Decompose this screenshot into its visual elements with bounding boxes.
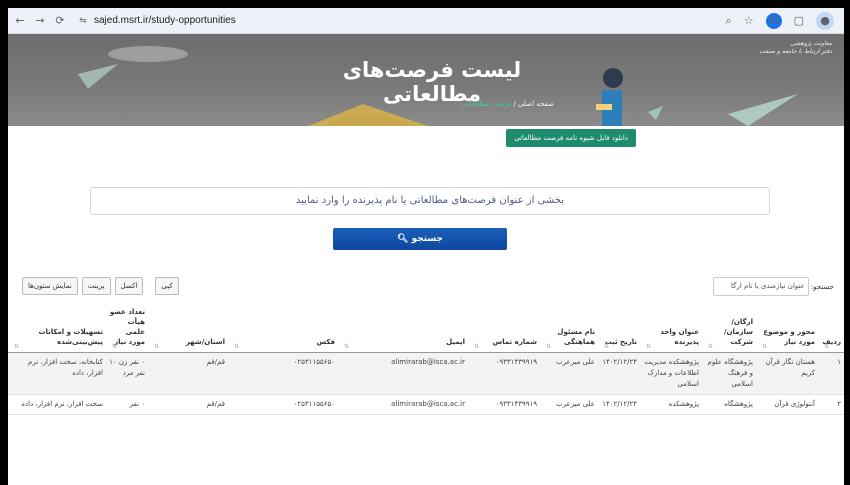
print-button[interactable]: پرینت [81, 277, 111, 295]
col-coordinator[interactable]: نام مسئول هماهنگی ⇅ [540, 304, 598, 353]
cell-unit: پژوهشکده مدیریت اطلاعات و مدارک اسلامی [640, 352, 702, 395]
cell-topic: آنتولوژی قرآن [756, 394, 818, 415]
search-button-label: جستجو [411, 234, 444, 244]
download-guide-button[interactable]: دانلود فایل شیوه نامه فرصت مطالعاتی [506, 129, 636, 147]
reload-icon[interactable]: ⟳ [52, 14, 68, 27]
cell-date: ۱۴۰۲/۱۲/۲۴ [598, 394, 640, 415]
sort-icon: ⇅ [708, 343, 714, 350]
breadcrumb-separator: / [513, 100, 516, 108]
cell-email: alimirarab@isca.ac.ir [338, 352, 468, 395]
search-icon: 🔍︎ [396, 234, 409, 244]
copy-button[interactable]: کپی [155, 277, 179, 295]
window-edge [844, 8, 850, 485]
col-facilities[interactable]: تسهیلات و امکانات پیش‌بینی‌شده ⇅ [8, 304, 106, 353]
cell-fax: ۰۲۵۳۱۱۵۵۶۵۰ [228, 352, 338, 395]
sort-icon: ⇅ [762, 343, 768, 350]
excel-button[interactable]: اکسل [114, 277, 144, 295]
cell-fax: ۰۲۵۳۱۱۵۵۶۵۰ [228, 394, 338, 415]
cell-coordinator: علی میرعرب [540, 352, 598, 395]
browser-toolbar: ← → ⟳ ⇋ sajed.msrt.ir/study-opportunitie… [8, 8, 844, 34]
extension-icon[interactable]: G [765, 12, 782, 29]
address-bar[interactable]: sajed.msrt.ir/study-opportunities [94, 15, 236, 26]
cell-phone: ۰۹۳۳۱۴۳۹۹۱۹ [468, 352, 540, 395]
cell-faculty: ۰ نفر زن ۱۰ نفر مرد [106, 352, 148, 395]
cell-city: قم/قم [148, 394, 228, 415]
sort-icon: ⇅ [154, 343, 160, 350]
forward-icon[interactable]: → [32, 14, 48, 27]
sort-icon: ⇅ [344, 343, 350, 350]
table-filter: جستجو: عنوان نیازمندی یا نام ارگا [712, 277, 834, 296]
col-email[interactable]: ایمیل ⇅ [338, 304, 468, 353]
breadcrumb: صفحه اصلی / فرصت مطالعاتی [462, 100, 554, 108]
col-city[interactable]: استان/شهر ⇅ [148, 304, 228, 353]
sort-icon: ⇅ [474, 343, 480, 350]
breadcrumb-current: فرصت مطالعاتی [461, 100, 512, 108]
logo: معاونت پژوهشی دفتر ارتباط با جامعه و صنع… [759, 40, 832, 55]
filter-label: جستجو: [810, 282, 834, 291]
export-toolbar: نمایش ستون‌ها پرینت اکسل کپی [22, 277, 179, 295]
hero-banner: معاونت پژوهشی دفتر ارتباط با جامعه و صنع… [8, 34, 844, 126]
col-org[interactable]: ارگان/ سازمان/ شرکت ⇅ [702, 304, 756, 353]
sort-icon: ⇅ [546, 343, 552, 350]
search-input[interactable]: بخشی از عنوان فرصت‌های مطالعاتی یا نام پ… [90, 187, 770, 215]
zoom-icon[interactable]: ⌕ [726, 14, 732, 28]
cell-topic: هستان نگار قرآن کریم [756, 352, 818, 395]
page: معاونت پژوهشی دفتر ارتباط با جامعه و صنع… [8, 34, 844, 485]
profile-icon[interactable]: ● [816, 11, 834, 30]
table-header-row: ردیف ⇅ محور و موضوع مورد نیاز ⇅ ارگان/ ساز… [8, 304, 844, 353]
sort-icon: ⇅ [234, 343, 240, 350]
star-icon[interactable]: ☆ [744, 14, 754, 27]
cell-row: ۱ [818, 352, 844, 395]
cell-date: ۱۴۰۲/۱۲/۲۴ [598, 352, 640, 395]
site-settings-icon[interactable]: ⇋ [76, 14, 90, 28]
sort-icon: ⇅ [14, 343, 20, 350]
cell-org: پژوهشگاه علوم و فرهنگ اسلامی [702, 352, 756, 395]
cell-row: ۲ [818, 394, 844, 415]
sort-icon: ⇅ [824, 343, 830, 350]
cell-facilities: کتابخانه، سخت افزار، نرم افزار، داده [8, 352, 106, 395]
cell-org: پژوهشگاه [702, 394, 756, 415]
table-row[interactable]: ۲ آنتولوژی قرآن پژوهشگاه پژوهشکده ۱۴۰۲/۱… [8, 394, 844, 415]
puzzle-icon[interactable]: ▢ [794, 14, 804, 27]
cell-unit: پژوهشکده [640, 394, 702, 415]
search-button[interactable]: جستجو 🔍︎ [333, 228, 507, 250]
sort-icon: ⇅ [604, 343, 610, 350]
table-row[interactable]: ۱ هستان نگار قرآن کریم پژوهشگاه علوم و ف… [8, 352, 844, 395]
sort-icon: ⇅ [646, 343, 652, 350]
col-unit[interactable]: عنوان واحد پذیرنده ⇅ [640, 304, 702, 353]
cell-city: قم/قم [148, 352, 228, 395]
col-fax[interactable]: فکس ⇅ [228, 304, 338, 353]
col-topic[interactable]: محور و موضوع مورد نیاز ⇅ [756, 304, 818, 353]
cell-facilities: سخت افزار، نرم افزار، داده [8, 394, 106, 415]
page-title: لیست فرصت‌های مطالعاتی [342, 58, 522, 106]
cell-email: alimirarab@isca.ac.ir [338, 394, 468, 415]
col-faculty[interactable]: تعداد عضو هیأت علمی مورد نیاز ⇅ [106, 304, 148, 353]
col-row[interactable]: ردیف ⇅ [818, 304, 844, 353]
filter-input[interactable]: عنوان نیازمندی یا نام ارگا [712, 277, 809, 296]
cell-phone: ۰۹۳۳۱۴۳۹۹۱۹ [468, 394, 540, 415]
cell-coordinator: علی میرعرب [540, 394, 598, 415]
columns-button[interactable]: نمایش ستون‌ها [22, 277, 78, 295]
sort-icon: ⇅ [112, 343, 118, 350]
col-phone[interactable]: شماره تماس ⇅ [468, 304, 540, 353]
back-icon[interactable]: ← [12, 14, 28, 27]
col-date[interactable]: تاریخ ثبت ⇅ [598, 304, 640, 353]
cell-faculty: ۰ نفر [106, 394, 148, 415]
opportunities-table: ردیف ⇅ محور و موضوع مورد نیاز ⇅ ارگان/ ساز… [8, 304, 844, 415]
breadcrumb-home[interactable]: صفحه اصلی [518, 100, 554, 108]
